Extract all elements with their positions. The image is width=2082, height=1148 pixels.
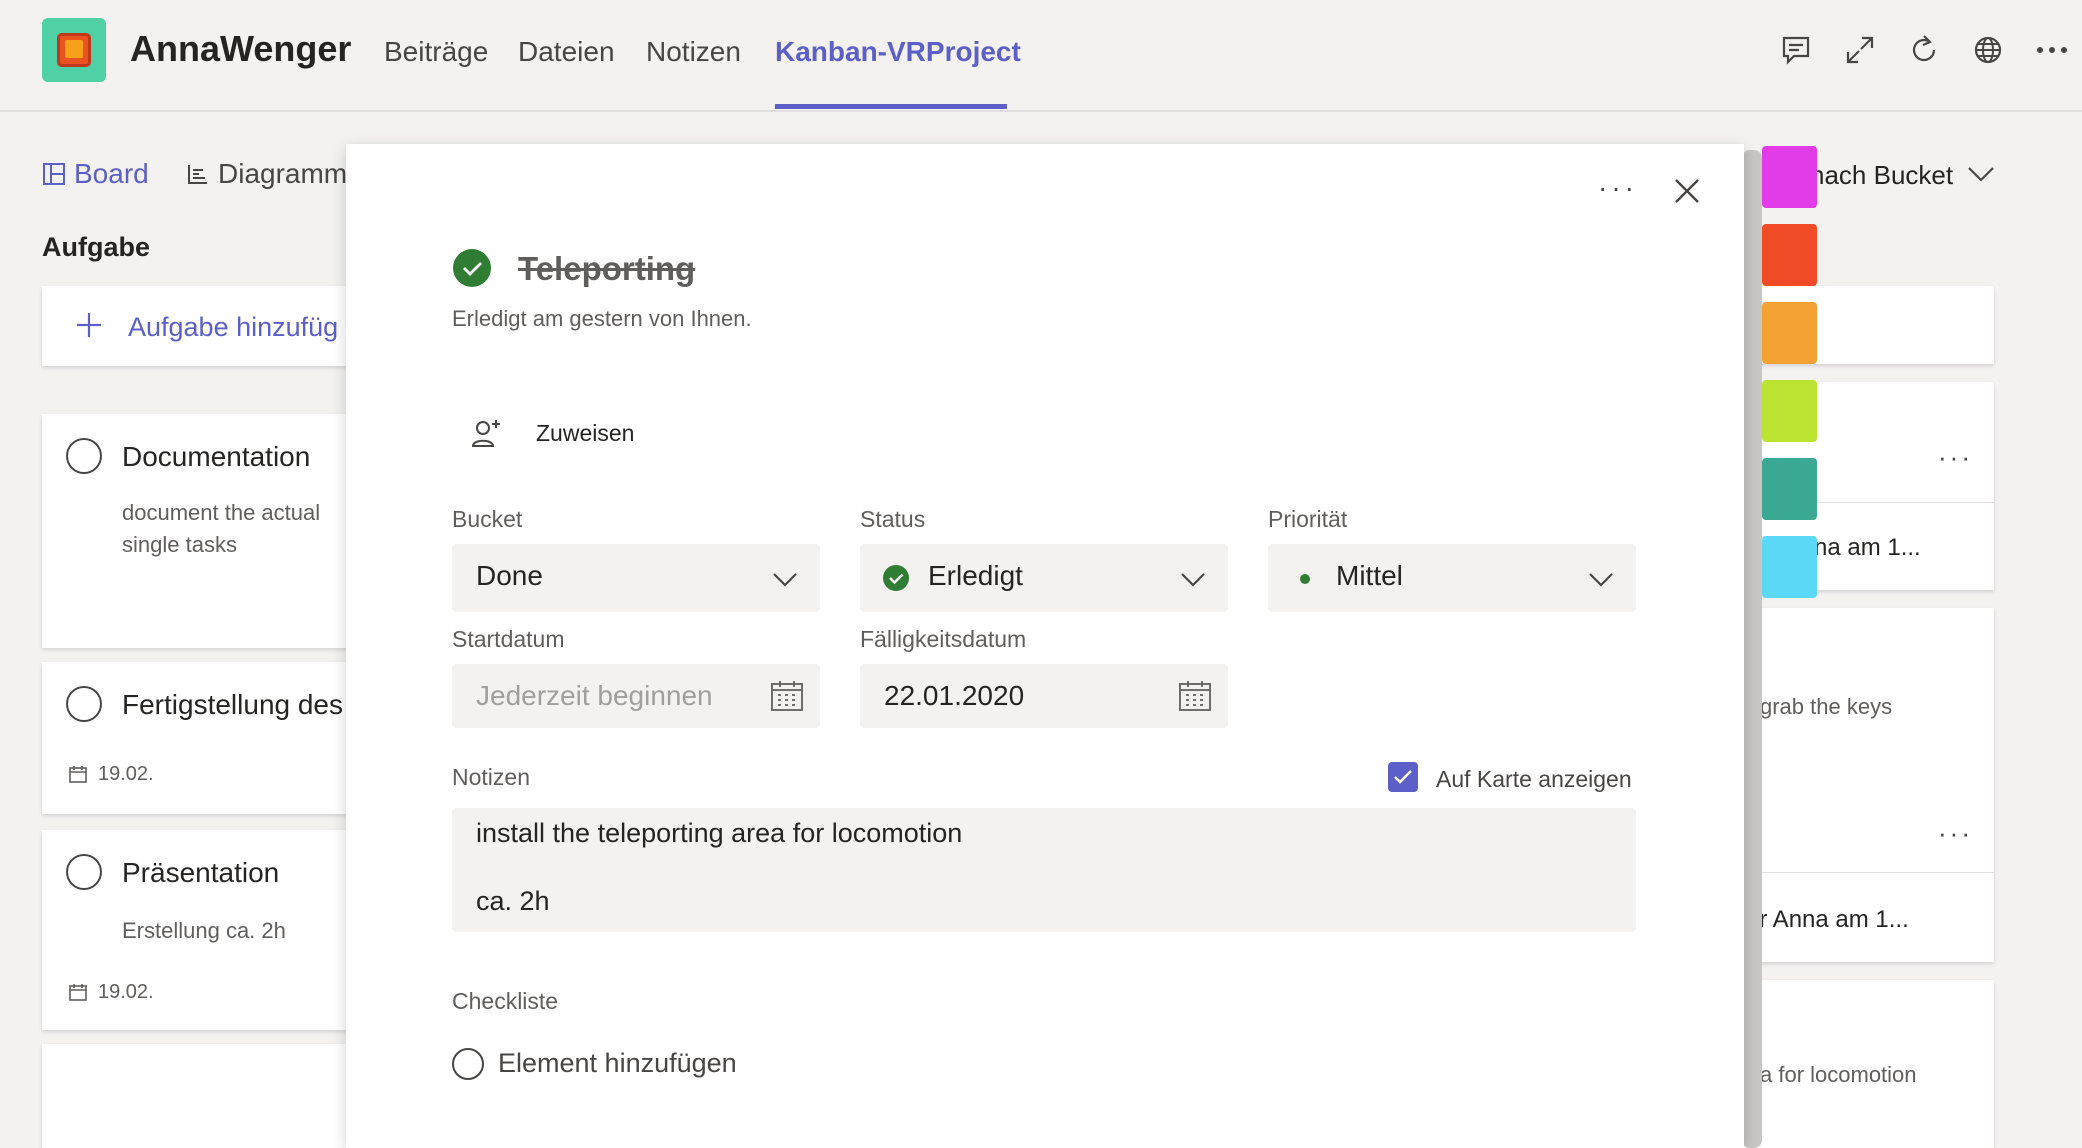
notes-label: Notizen (452, 764, 530, 790)
label-swatch-orange (1762, 302, 1817, 364)
complete-task-checkbox[interactable] (66, 438, 102, 474)
task-card[interactable]: Fertigstellung des 19.02. (42, 662, 362, 814)
calendar-icon[interactable] (770, 680, 804, 712)
calendar-icon (69, 984, 87, 1001)
card-assignee-text: er Anna am 1... (1746, 906, 1909, 933)
conversation-icon[interactable] (1776, 30, 1816, 70)
chevron-down-icon (773, 573, 797, 587)
priority-value: Mittel (1336, 560, 1403, 591)
tab-dateien[interactable]: Dateien (518, 36, 615, 68)
task-card-title: Fertigstellung des (122, 689, 344, 720)
bucket-value: Done (476, 560, 543, 591)
task-card-notes-line2: single tasks (122, 532, 237, 557)
start-date-placeholder: Jederzeit beginnen (476, 680, 713, 711)
complete-task-checkbox[interactable] (66, 854, 102, 890)
label-swatch-pink (1762, 146, 1817, 208)
add-task-label: Aufgabe hinzufüg (128, 312, 339, 342)
show-on-card-label[interactable]: Auf Karte anzeigen (1436, 766, 1632, 793)
notes-line: ca. 2h (476, 886, 550, 916)
priority-label: Priorität (1268, 506, 1348, 532)
due-date-field[interactable]: 22.01.2020 (860, 664, 1228, 728)
task-card-title: Präsentation (122, 857, 280, 888)
bucket-label: Bucket (452, 506, 523, 532)
chevron-down-icon (1589, 573, 1613, 587)
chart-icon (188, 165, 207, 184)
notes-line: install the teleporting area for locomot… (476, 818, 963, 848)
checklist-label: Checkliste (452, 988, 559, 1014)
task-card[interactable] (42, 1044, 362, 1148)
app-logo-icon (42, 18, 106, 82)
start-date-field[interactable]: Jederzeit beginnen (452, 664, 820, 728)
bucket-dropdown[interactable]: Done (452, 544, 820, 612)
tab-kanban-vrproject[interactable]: Kanban-VRProject (775, 36, 1021, 68)
card-more-icon[interactable]: ··· (1938, 818, 1973, 849)
card-notes: grab the keys (1760, 694, 1893, 719)
plus-icon (77, 313, 101, 337)
task-card-notes: Erstellung ca. 2h (122, 918, 286, 943)
close-icon[interactable] (1672, 176, 1702, 206)
status-dropdown[interactable]: Erledigt (860, 544, 1228, 612)
show-on-card-checkbox[interactable] (1388, 762, 1418, 792)
globe-icon[interactable] (1968, 30, 2008, 70)
more-options-icon[interactable]: ··· (1598, 172, 1638, 204)
priority-dropdown[interactable]: Mittel (1268, 544, 1636, 612)
status-value: Erledigt (928, 560, 1023, 591)
active-tab-indicator (775, 104, 1007, 109)
more-options-icon[interactable] (2032, 30, 2072, 70)
start-date-label: Startdatum (452, 626, 565, 652)
card-assignee-text: na am 1... (1814, 534, 1921, 561)
chevron-down-icon[interactable] (1966, 164, 1996, 184)
due-date-value: 22.01.2020 (884, 680, 1025, 711)
task-card[interactable]: Documentation document the actual single… (42, 414, 362, 648)
task-title[interactable]: Teleporting (518, 250, 695, 288)
notes-textarea[interactable]: install the teleporting area for locomot… (452, 808, 1636, 932)
card-more-icon[interactable]: ··· (1938, 442, 1973, 473)
add-checklist-item-input[interactable]: Element hinzufügen (498, 1048, 737, 1079)
app-title: AnnaWenger (130, 28, 352, 69)
priority-dot-icon (1300, 574, 1310, 584)
completed-check-icon[interactable] (452, 248, 492, 288)
assign-person-icon (471, 420, 500, 447)
completion-info: Erledigt am gestern von Ihnen. (452, 306, 752, 331)
assign-button[interactable]: Zuweisen (536, 420, 634, 447)
card-notes: a for locomotion (1760, 1062, 1917, 1087)
label-swatch-red (1762, 224, 1817, 286)
due-date-label: Fälligkeitsdatum (860, 626, 1027, 652)
tab-beitraege[interactable]: Beiträge (384, 36, 488, 68)
calendar-icon[interactable] (1178, 680, 1212, 712)
task-card-notes-line1: document the actual (122, 500, 321, 525)
tab-notizen[interactable]: Notizen (646, 36, 741, 68)
add-task-button[interactable]: Aufgabe hinzufüg (42, 286, 362, 366)
complete-task-checkbox[interactable] (66, 686, 102, 722)
scrollbar[interactable] (1742, 150, 1762, 1148)
task-card[interactable]: Präsentation Erstellung ca. 2h 19.02. (42, 830, 362, 1030)
checkmark-icon (1394, 770, 1412, 784)
label-swatch-cyan (1762, 536, 1817, 598)
chevron-down-icon (1181, 573, 1205, 587)
group-by-label[interactable]: nach Bucket (1810, 160, 1953, 191)
completed-check-icon (883, 565, 909, 591)
board-icon (43, 163, 65, 185)
view-board-button[interactable]: Board (74, 158, 149, 190)
checklist-add-circle[interactable] (452, 1048, 484, 1080)
top-bar: AnnaWenger Beiträge Dateien Notizen Kanb… (0, 0, 2082, 112)
expand-icon[interactable] (1840, 30, 1880, 70)
task-details-dialog: ··· Teleporting Erledigt am gestern von … (346, 144, 1744, 1148)
refresh-icon[interactable] (1904, 30, 1944, 70)
status-label: Status (860, 506, 926, 532)
label-swatch-lime (1762, 380, 1817, 442)
calendar-icon (69, 766, 87, 783)
column-title: Aufgabe (42, 232, 150, 262)
task-card-due-date: 19.02. (98, 763, 154, 785)
task-card-title: Documentation (122, 441, 311, 472)
label-swatch-teal (1762, 458, 1817, 520)
task-card-due-date: 19.02. (98, 981, 154, 1003)
view-diagram-button[interactable]: Diagramm (218, 158, 346, 190)
